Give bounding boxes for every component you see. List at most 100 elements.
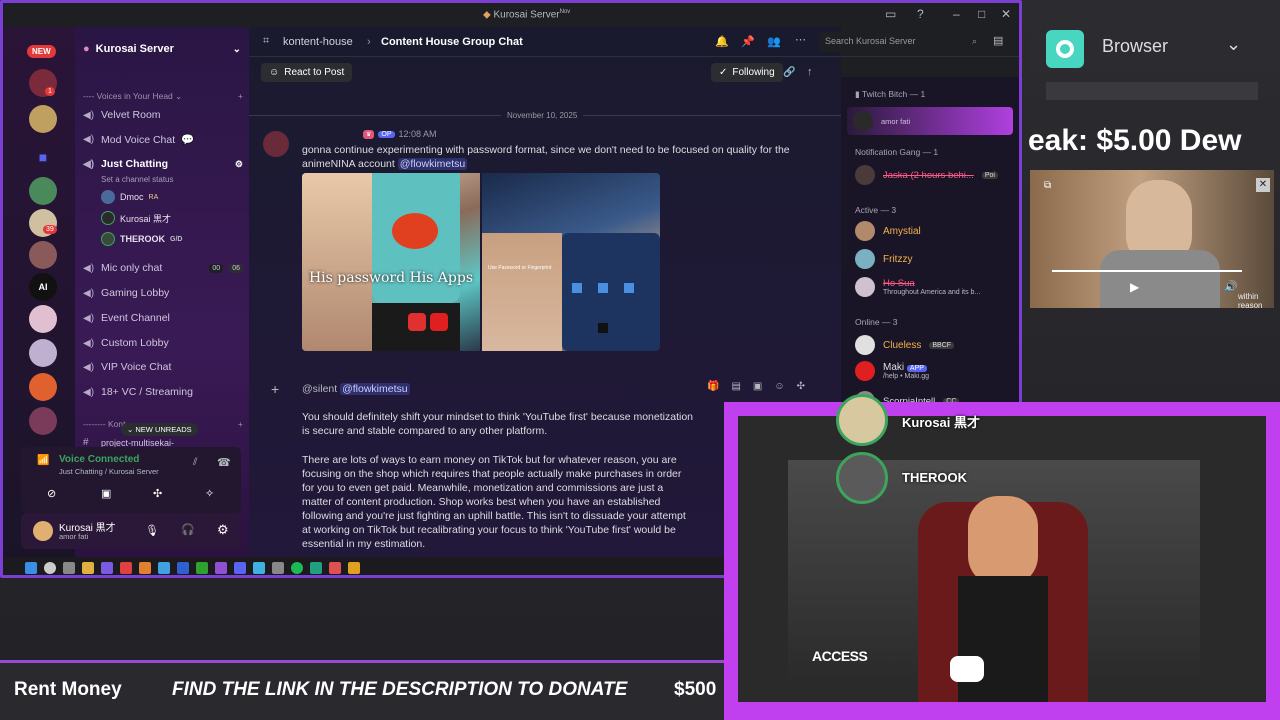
inbox-icon[interactable]: ▤: [993, 34, 1003, 47]
server-icon-3[interactable]: [29, 177, 57, 205]
noise-suppression-icon[interactable]: ⫽: [193, 457, 197, 468]
speaker-avatar-1[interactable]: [836, 394, 888, 446]
app-icon[interactable]: [120, 562, 132, 574]
voice-user-therook[interactable]: THEROOK G/D: [101, 232, 182, 246]
avatar[interactable]: [263, 131, 289, 157]
maximize-button[interactable]: □: [978, 7, 985, 21]
camera-off-icon[interactable]: ⊘: [47, 487, 56, 500]
speaker-icon: ◀): [83, 134, 95, 145]
server-icon-5[interactable]: [29, 241, 57, 269]
gift-icon[interactable]: 🎁: [707, 381, 719, 392]
firefox-icon[interactable]: [139, 562, 151, 574]
member-item[interactable]: Fritzzy: [855, 249, 912, 269]
react-to-post-button[interactable]: ☺ React to Post: [261, 63, 353, 82]
sticker-icon[interactable]: ▣: [753, 381, 762, 392]
member-item[interactable]: Ho Sua Throughout America and its b...: [855, 277, 980, 297]
pip-icon[interactable]: ⧉: [1044, 180, 1051, 191]
app-icon[interactable]: [310, 562, 322, 574]
minimize-button[interactable]: –: [953, 7, 960, 21]
server-icon-9[interactable]: [29, 407, 57, 435]
inbox-icon[interactable]: ▭: [885, 7, 896, 21]
channel-name[interactable]: kontent-house: [283, 36, 353, 48]
link-icon[interactable]: 🔗: [783, 67, 795, 78]
member-item[interactable]: Jaska (2 hours behi... Poi: [855, 165, 998, 185]
gear-icon[interactable]: ⚙: [217, 522, 229, 538]
channel-mic-only-chat[interactable]: ◀) Mic only chat 00 06: [83, 262, 243, 274]
headphones-icon[interactable]: 🎧: [181, 523, 195, 536]
member-item[interactable]: amor fati: [847, 107, 1013, 135]
user-mention[interactable]: @flowkimetsu: [397, 158, 468, 170]
member-item[interactable]: Clueless BBCF: [855, 335, 955, 355]
start-icon[interactable]: [25, 562, 37, 574]
app-icon[interactable]: [329, 562, 341, 574]
channel-gaming-lobby[interactable]: ◀) Gaming Lobby: [83, 287, 243, 299]
server-icon-ai[interactable]: AI: [29, 273, 57, 301]
spotify-icon[interactable]: [291, 562, 303, 574]
channel-18-vc-streaming[interactable]: ◀) 18+ VC / Streaming: [83, 386, 243, 398]
app-icon[interactable]: [177, 562, 189, 574]
help-icon[interactable]: ?: [917, 7, 924, 21]
channel-vip-voice-chat[interactable]: ◀) VIP Voice Chat: [83, 361, 243, 373]
play-icon[interactable]: ▶: [1130, 280, 1139, 294]
avatar[interactable]: [33, 521, 53, 541]
voice-status[interactable]: Voice Connected: [59, 454, 139, 465]
apps-icon[interactable]: ✣: [797, 381, 805, 392]
member-item[interactable]: Maki APP/help • Maki.gg: [855, 361, 929, 381]
category-voices[interactable]: ---- Voices in Your Head ⌄ +: [83, 91, 243, 102]
user-mention[interactable]: @flowkimetsu: [340, 383, 410, 395]
pin-icon[interactable]: 📌: [741, 35, 755, 48]
task-view-icon[interactable]: [63, 562, 75, 574]
arrow-up-icon[interactable]: ↑: [807, 66, 813, 78]
search-icon[interactable]: [44, 562, 56, 574]
channel-status-hint[interactable]: Set a channel status: [101, 175, 174, 184]
disconnect-icon[interactable]: ☎: [217, 456, 231, 469]
server-icon-2[interactable]: [29, 105, 57, 133]
add-icon[interactable]: +: [271, 381, 279, 397]
screen-share-icon[interactable]: ▣: [101, 487, 111, 500]
search-input[interactable]: Search Kurosai Server ⌕: [819, 32, 983, 52]
speaker-avatar-2[interactable]: [836, 452, 888, 504]
emoji-icon[interactable]: ☺: [774, 381, 784, 392]
seek-bar[interactable]: [1052, 270, 1242, 272]
settings-icon[interactable]: ⚙: [235, 159, 243, 170]
new-unreads-pill[interactable]: ⌄ NEW UNREADS: [121, 423, 198, 436]
voice-location[interactable]: Just Chatting / Kurosai Server: [59, 467, 159, 476]
server-icon-6[interactable]: [29, 305, 57, 333]
close-window-button[interactable]: ✕: [1001, 7, 1011, 21]
member-item[interactable]: Amystial: [855, 221, 921, 241]
add-channel-icon[interactable]: +: [238, 91, 243, 101]
add-channel-icon[interactable]: +: [238, 419, 243, 429]
app-icon[interactable]: [101, 562, 113, 574]
channel-event-channel[interactable]: ◀) Event Channel: [83, 312, 243, 324]
app-icon[interactable]: [158, 562, 170, 574]
app-icon[interactable]: [348, 562, 360, 574]
microphone-icon[interactable]: 🎙: [145, 524, 159, 537]
gif-icon[interactable]: ▤: [731, 381, 740, 392]
channel-velvet-room[interactable]: ◀) Velvet Room: [83, 109, 243, 121]
app-icon[interactable]: [253, 562, 265, 574]
close-icon[interactable]: ✕: [1256, 178, 1270, 192]
volume-icon[interactable]: 🔊: [1224, 280, 1238, 293]
more-options-icon[interactable]: ⋯: [795, 33, 806, 46]
server-header[interactable]: ● Kurosai Server ⌄: [75, 27, 249, 61]
app-icon[interactable]: [196, 562, 208, 574]
server-icon-8[interactable]: [29, 373, 57, 401]
app-icon[interactable]: [215, 562, 227, 574]
channel-just-chatting[interactable]: ◀) Just Chatting ⚙: [83, 158, 243, 170]
voice-user-kurosai[interactable]: Kurosai 黒才: [101, 211, 171, 225]
activities-icon[interactable]: ✣: [153, 487, 162, 500]
soundboard-icon[interactable]: ✧: [205, 487, 214, 500]
following-button[interactable]: ✓ Following: [711, 63, 783, 82]
bell-icon[interactable]: 🔔: [715, 35, 729, 48]
voice-user-dmoc[interactable]: Dmoc RA: [101, 190, 158, 204]
channel-custom-lobby[interactable]: ◀) Custom Lobby: [83, 337, 243, 349]
members-icon[interactable]: 👥: [767, 35, 781, 48]
attachment-image-2[interactable]: Use Password or Fingerprint: [482, 173, 660, 351]
server-icon-7[interactable]: [29, 339, 57, 367]
channel-mod-voice-chat[interactable]: ◀) Mod Voice Chat 💬: [83, 133, 243, 147]
discord-icon[interactable]: [234, 562, 246, 574]
folder-icon[interactable]: [82, 562, 94, 574]
folder-icon[interactable]: ■: [29, 143, 57, 171]
attachment-image-1[interactable]: His password His Apps: [302, 173, 480, 351]
app-icon[interactable]: [272, 562, 284, 574]
